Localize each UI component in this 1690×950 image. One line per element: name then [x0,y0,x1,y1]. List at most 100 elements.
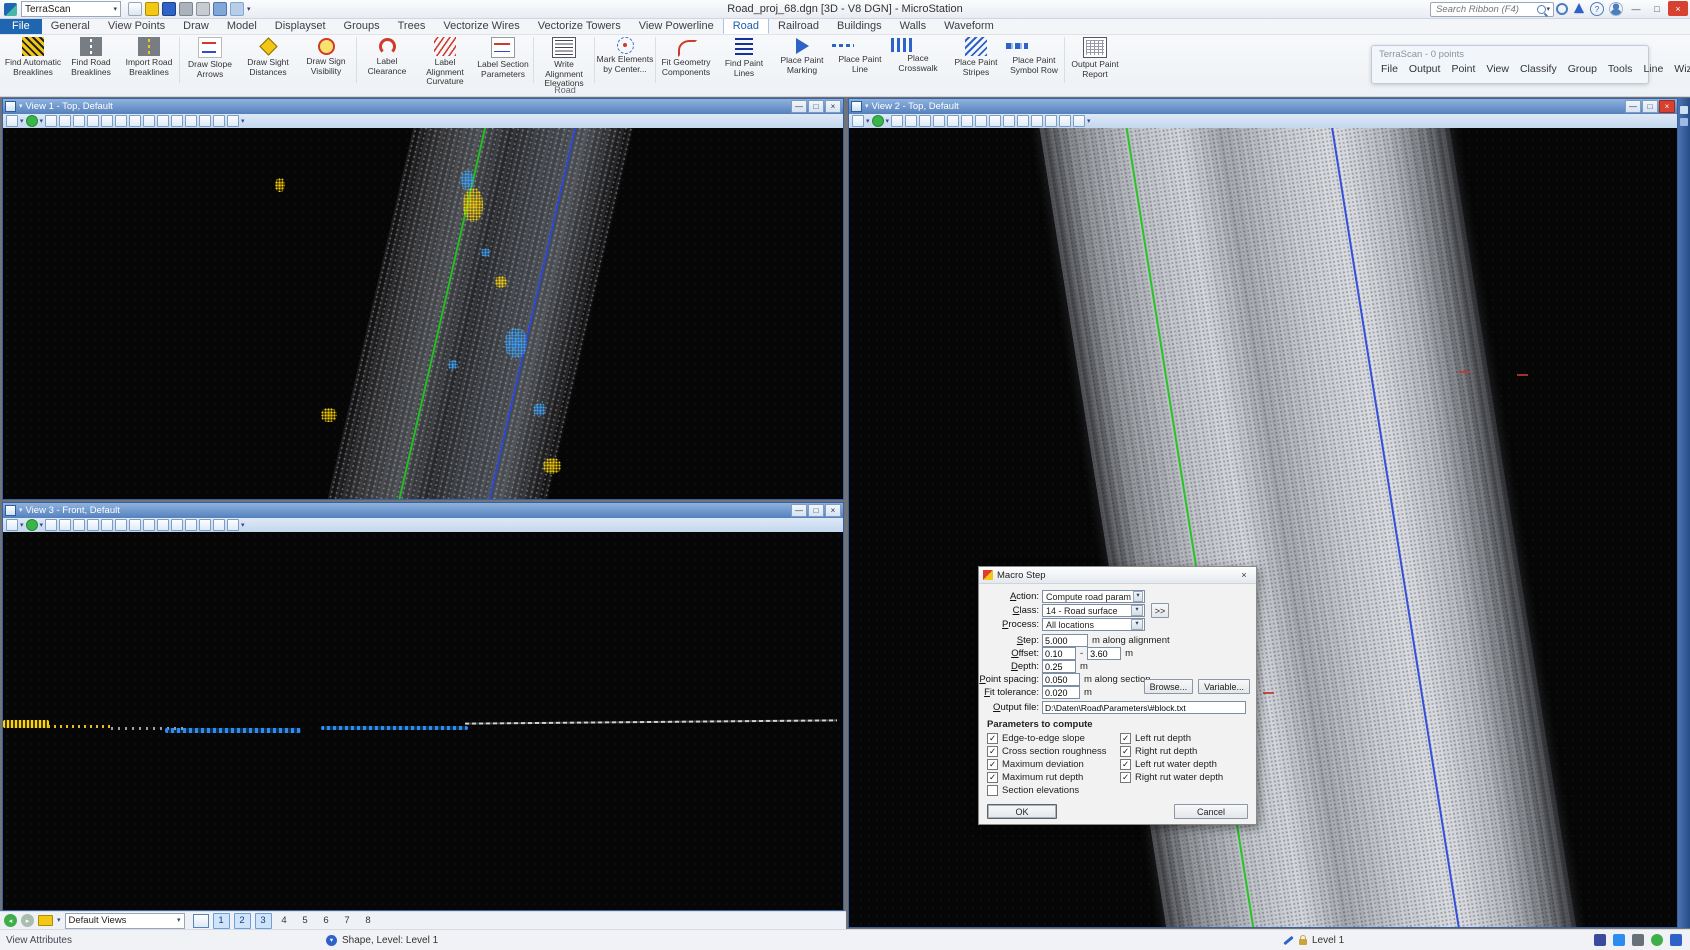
view-group-folder-icon[interactable] [38,915,53,926]
chevron-down-icon[interactable]: ▾ [865,103,869,110]
fit-view-icon[interactable] [947,115,959,127]
rotate-view-icon[interactable] [115,519,127,531]
chevron-down-icon[interactable]: ▾ [57,917,61,924]
tab-walls[interactable]: Walls [891,18,935,34]
view-menu-icon[interactable] [851,101,862,112]
clip-mask-icon[interactable] [213,115,225,127]
terrascan-menu-output[interactable]: Output [1404,62,1446,76]
tool-label-section-parameters[interactable]: Label Section Parameters [474,35,532,79]
view-2-titlebar[interactable]: ▾ View 2 - Top, Default — □ × [849,99,1677,114]
search-input[interactable] [1434,3,1535,16]
tool-place-paint-line[interactable]: Place Paint Line [831,35,889,74]
zoom-in-icon[interactable] [905,115,917,127]
tool-find-road-breaklines[interactable]: Find Road Breaklines [62,35,120,77]
view-next-icon[interactable] [171,115,183,127]
view-georeference-icon[interactable] [872,115,884,127]
snap-mode-icon[interactable] [1632,934,1644,946]
edge-to-edge-slope-checkbox[interactable] [987,733,998,744]
chevron-down-icon[interactable]: ▾ [241,118,245,125]
account-icon[interactable] [1609,2,1623,16]
window-area-icon[interactable] [87,519,99,531]
view-previous-icon[interactable] [1003,115,1015,127]
tab-waveform[interactable]: Waveform [935,18,1003,34]
view-display-mode-icon[interactable] [852,115,864,127]
right-rut-depth-checkbox[interactable] [1120,746,1131,757]
left-rut-water-depth-checkbox[interactable] [1120,759,1131,770]
new-file-icon[interactable] [128,2,142,16]
tool-draw-slope-arrows[interactable]: Draw Slope Arrows [181,35,239,79]
tool-label-alignment-curvature[interactable]: Label Alignment Curvature [416,35,474,87]
zoom-out-icon[interactable] [73,519,85,531]
view-toggle-5[interactable]: 5 [297,913,314,929]
terrascan-menu-point[interactable]: Point [1446,62,1480,76]
tool-find-paint-lines[interactable]: Find Paint Lines [715,35,773,78]
tab-trees[interactable]: Trees [389,18,435,34]
connection-status-icon[interactable] [1651,934,1663,946]
section-elevations-checkbox[interactable] [987,785,998,796]
notifications-bell-icon[interactable] [1573,3,1585,15]
walk-icon[interactable] [143,115,155,127]
clip-volume-icon[interactable] [199,519,211,531]
clip-volume-icon[interactable] [199,115,211,127]
view-display-mode-icon[interactable] [6,519,18,531]
variable-button[interactable]: Variable... [1198,679,1250,694]
view-minimize-button[interactable]: — [1625,100,1641,113]
clipboard-icon[interactable] [196,2,210,16]
view-2-canvas[interactable] [849,128,1677,927]
view-toggle-4[interactable]: 4 [276,913,293,929]
active-level-area[interactable]: Level 1 [1283,935,1344,946]
sync-icon[interactable] [1556,3,1568,15]
redo-icon[interactable] [230,2,244,16]
tab-view-powerline[interactable]: View Powerline [630,18,723,34]
view-close-button[interactable]: × [825,504,841,517]
chevron-down-icon[interactable]: ▾ [19,507,23,514]
tool-place-paint-symbol-row[interactable]: Place Paint Symbol Row [1005,35,1063,75]
zoom-in-icon[interactable] [59,115,71,127]
checkbox-row[interactable]: Edge-to-edge slope [987,733,1085,744]
maximum-rut-depth-checkbox[interactable] [987,772,998,783]
tab-vectorize-wires[interactable]: Vectorize Wires [434,18,528,34]
view-3-titlebar[interactable]: ▾ View 3 - Front, Default — □ × [3,503,843,518]
zoom-out-icon[interactable] [919,115,931,127]
pan-view-icon[interactable] [975,115,987,127]
view-maximize-button[interactable]: □ [808,100,824,113]
copy-view-icon[interactable] [185,115,197,127]
class-select-button[interactable]: >> [1151,603,1169,618]
selection-set-icon[interactable] [1594,934,1606,946]
workflow-combo[interactable]: TerraScan ▾ [21,1,121,17]
checkbox-row[interactable]: Maximum rut depth [987,772,1083,783]
ok-button[interactable]: OK [987,804,1057,819]
clip-volume-icon[interactable] [1045,115,1057,127]
view-toggle-6[interactable]: 6 [318,913,335,929]
view-1-titlebar[interactable]: ▾ View 1 - Top, Default — □ × [3,99,843,114]
chevron-down-icon[interactable]: ▾ [20,118,24,125]
view-menu-icon[interactable] [5,505,16,516]
right-rut-water-depth-checkbox[interactable] [1120,772,1131,783]
chevron-down-icon[interactable]: ▾ [40,522,44,529]
print-icon[interactable] [179,2,193,16]
update-view-icon[interactable] [45,519,57,531]
view-3-canvas[interactable] [3,532,843,910]
tab-groups[interactable]: Groups [335,18,389,34]
ribbon-search[interactable]: ▾ [1430,2,1554,17]
maximum-deviation-checkbox[interactable] [987,759,998,770]
checkbox-row[interactable]: Right rut water depth [1120,772,1223,783]
clip-mask-icon[interactable] [213,519,225,531]
zoom-in-icon[interactable] [59,519,71,531]
left-rut-depth-checkbox[interactable] [1120,733,1131,744]
window-area-icon[interactable] [933,115,945,127]
view-georeference-icon[interactable] [26,519,38,531]
view-settings-icon[interactable] [1073,115,1085,127]
dock-pin-icon[interactable] [1680,106,1688,114]
docked-panel-strip[interactable] [1678,98,1690,928]
tool-find-automatic-breaklines[interactable]: Find Automatic Breaklines [4,35,62,77]
update-view-icon[interactable] [891,115,903,127]
tool-draw-sign-visibility[interactable]: Draw Sign Visibility [297,35,355,76]
chevron-down-icon[interactable]: ▾ [866,118,870,125]
tool-place-paint-marking[interactable]: Place Paint Marking [773,35,831,75]
view-next-icon[interactable] [171,519,183,531]
chevron-down-icon[interactable]: ▾ [20,522,24,529]
rotate-view-icon[interactable] [961,115,973,127]
view-georeference-icon[interactable] [26,115,38,127]
view-settings-icon[interactable] [227,115,239,127]
